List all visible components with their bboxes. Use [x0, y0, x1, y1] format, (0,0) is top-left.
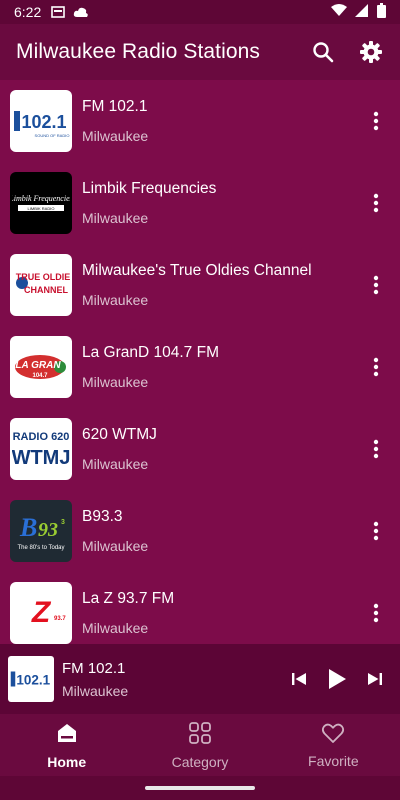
station-name: La GranD 104.7 FM [82, 344, 219, 361]
station-row[interactable]: Limbik Frequencies LIMBIK RADIO Limbik F… [0, 162, 400, 244]
svg-text:93.7: 93.7 [54, 616, 66, 622]
play-icon[interactable] [324, 666, 350, 692]
svg-text:LIMBIK RADIO: LIMBIK RADIO [28, 206, 55, 211]
station-name: FM 102.1 [82, 98, 148, 115]
station-row[interactable]: Z 93.7 La Z 93.7 FM Milwaukee [0, 572, 400, 644]
nav-favorite[interactable]: Favorite [267, 714, 400, 776]
skip-next-icon[interactable] [362, 666, 388, 692]
cloud-icon [73, 7, 89, 18]
nav-category[interactable]: Category [133, 714, 266, 776]
status-time: 6:22 [14, 4, 42, 20]
nav-home[interactable]: Home [0, 714, 133, 776]
station-city: Milwaukee [82, 128, 149, 144]
battery-icon [377, 3, 386, 21]
station-logo: B 93 3 The 80's to Today [10, 500, 72, 562]
station-city: Milwaukee [82, 620, 149, 636]
station-row[interactable]: TRUE OLDIES CHANNEL Milwaukee's True Old… [0, 244, 400, 326]
settings-icon[interactable] [358, 39, 384, 65]
gesture-handle[interactable] [145, 786, 255, 790]
svg-text:102.1: 102.1 [21, 112, 66, 132]
more-options-icon[interactable] [366, 189, 386, 217]
search-icon[interactable] [310, 39, 336, 65]
category-icon [188, 721, 212, 750]
svg-text:B: B [19, 513, 37, 542]
status-bar: 6:22 [0, 0, 400, 24]
player-station-city: Milwaukee [62, 682, 129, 699]
svg-text:Z: Z [31, 596, 52, 629]
station-logo: RADIO 620 WTMJ [10, 418, 72, 480]
station-city: Milwaukee [82, 374, 149, 390]
station-row[interactable]: RADIO 620 WTMJ 620 WTMJ Milwaukee [0, 408, 400, 490]
svg-text:RADIO 620: RADIO 620 [13, 431, 70, 443]
svg-text:CHANNEL: CHANNEL [24, 285, 69, 295]
svg-text:LA GRAN: LA GRAN [15, 360, 61, 371]
station-name: La Z 93.7 FM [82, 590, 175, 607]
station-city: Milwaukee [82, 210, 149, 226]
nav-category-label: Category [171, 753, 229, 770]
svg-text:104.7: 104.7 [32, 373, 48, 379]
svg-text:102.1: 102.1 [16, 672, 50, 687]
system-gesture-area [0, 776, 400, 800]
page-title: Milwaukee Radio Stations [16, 40, 261, 63]
station-name: Limbik Frequencies [82, 180, 217, 197]
svg-text:WTMJ: WTMJ [12, 447, 70, 469]
station-logo: LA GRAN 104.7 [10, 336, 72, 398]
bottom-nav: Home Category Favorite [0, 714, 400, 776]
nav-favorite-label: Favorite [308, 752, 359, 769]
more-options-icon[interactable] [366, 435, 386, 463]
station-name: B93.3 [82, 508, 123, 525]
heart-icon [321, 722, 345, 749]
station-row[interactable]: 102.1 SOUND OF RADIO FM 102.1 Milwaukee [0, 80, 400, 162]
more-options-icon[interactable] [366, 599, 386, 627]
station-city: Milwaukee [82, 292, 149, 308]
station-row[interactable]: B 93 3 The 80's to Today B93.3 Milwaukee [0, 490, 400, 572]
station-row[interactable]: LA GRAN 104.7 La GranD 104.7 FM Milwauke… [0, 326, 400, 408]
more-options-icon[interactable] [366, 353, 386, 381]
svg-text:3: 3 [61, 519, 65, 526]
station-logo: TRUE OLDIES CHANNEL [10, 254, 72, 316]
svg-text:The 80's to Today: The 80's to Today [17, 545, 64, 551]
more-options-icon[interactable] [366, 517, 386, 545]
wifi-icon [331, 4, 347, 20]
nav-home-label: Home [47, 753, 87, 770]
station-name: Milwaukee's True Oldies Channel [82, 262, 312, 279]
mini-player[interactable]: 102.1 FM 102.1 Milwaukee [0, 644, 400, 714]
station-logo: Limbik Frequencies LIMBIK RADIO [10, 172, 72, 234]
svg-text:93: 93 [38, 519, 58, 541]
svg-text:Limbik Frequencies: Limbik Frequencies [12, 194, 70, 203]
sim-card-icon [51, 6, 66, 18]
station-name: 620 WTMJ [82, 426, 157, 443]
skip-previous-icon[interactable] [286, 666, 312, 692]
svg-text:SOUND OF RADIO: SOUND OF RADIO [35, 133, 70, 138]
more-options-icon[interactable] [366, 271, 386, 299]
more-options-icon[interactable] [366, 107, 386, 135]
station-logo: Z 93.7 [10, 582, 72, 644]
home-icon [55, 721, 79, 750]
player-logo: 102.1 [8, 656, 54, 702]
signal-icon [355, 4, 369, 20]
app-bar: Milwaukee Radio Stations [0, 24, 400, 80]
svg-text:TRUE OLDIES: TRUE OLDIES [16, 272, 70, 282]
station-city: Milwaukee [82, 538, 149, 554]
station-list: 102.1 SOUND OF RADIO FM 102.1 Milwaukee … [0, 80, 400, 644]
player-station-name: FM 102.1 [62, 659, 126, 677]
station-city: Milwaukee [82, 456, 149, 472]
station-logo: 102.1 SOUND OF RADIO [10, 90, 72, 152]
